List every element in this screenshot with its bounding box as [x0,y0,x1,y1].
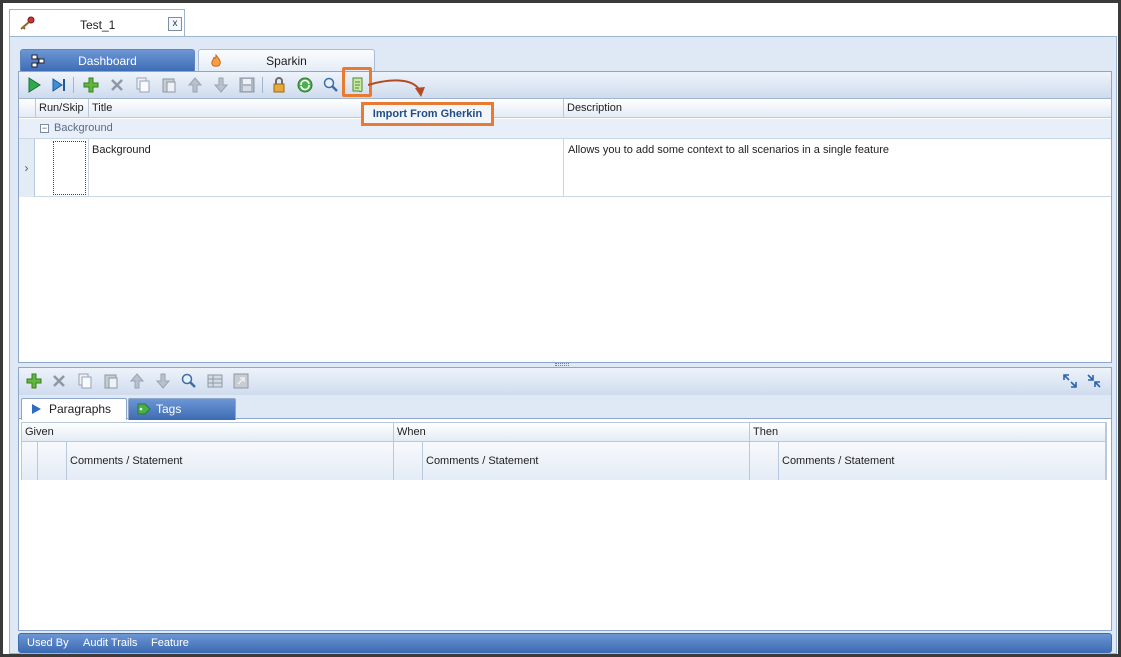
tab-tags[interactable]: Tags [128,398,236,420]
status-bar: Used By Audit Trails Feature [18,633,1112,653]
tab-paragraphs[interactable]: Paragraphs [21,398,127,420]
given-checkbox-cell[interactable] [38,442,67,480]
close-tab-button[interactable]: x [168,17,182,31]
status-audit-trails[interactable]: Audit Trails [83,634,137,652]
toolbar-separator [262,77,263,93]
tab-sparkin-label: Sparkin [266,54,307,68]
callout-arrow-icon [368,75,428,105]
given-comments-statement[interactable]: Comments / Statement [67,442,394,480]
row-description: Allows you to add some context to all sc… [568,144,890,156]
workspace: Dashboard Sparkin Run/Skip Title Descrip… [9,36,1117,654]
column-when[interactable]: When [394,423,750,442]
tag-icon [137,403,151,415]
document-tab-title: Test_1 [80,18,116,32]
run-icon[interactable] [25,76,43,94]
move-up-icon[interactable] [186,76,204,94]
tab-dashboard[interactable]: Dashboard [20,49,195,72]
column-given[interactable]: Given [22,423,394,442]
scenario-toolbar [19,72,1111,99]
collapse-icon[interactable]: − [40,124,49,133]
column-then[interactable]: Then [750,423,1106,442]
status-used-by[interactable]: Used By [27,634,69,652]
import-from-gherkin-tooltip: Import From Gherkin [361,102,494,126]
key-icon [18,16,36,32]
status-feature[interactable]: Feature [151,634,189,652]
column-divider [88,139,89,197]
group-row[interactable]: − Background [19,119,1111,139]
document-tab[interactable]: Test_1 x [9,9,185,37]
column-divider [563,139,564,197]
expand-icon[interactable] [1061,372,1079,390]
save-icon[interactable] [238,76,256,94]
paste-icon[interactable] [160,76,178,94]
copy-icon[interactable] [76,372,94,390]
when-checkbox-cell[interactable] [394,442,423,480]
collapse-panel-icon[interactable] [1085,372,1103,390]
row-indicator-chevron-icon: › [19,139,35,197]
copy-icon[interactable] [134,76,152,94]
tab-dashboard-label: Dashboard [78,54,137,68]
paste-icon[interactable] [102,372,120,390]
delete-icon[interactable] [50,372,68,390]
refresh-icon[interactable] [296,76,314,94]
when-comments-statement[interactable]: Comments / Statement [423,442,750,480]
search-icon[interactable] [322,76,340,94]
export-icon[interactable] [232,372,250,390]
column-run-skip[interactable]: Run/Skip [35,99,88,118]
search-icon[interactable] [180,372,198,390]
toolbar-separator [73,77,74,93]
add-icon[interactable] [82,76,100,94]
table-row[interactable]: › Background Allows you to add some cont… [19,139,1111,197]
steps-toolbar [19,368,1111,395]
flame-icon [209,54,223,68]
given-when-then-grid: Given When Then Comments / Statement Com… [21,422,1107,480]
add-icon[interactable] [25,372,43,390]
move-down-icon[interactable] [154,372,172,390]
lock-icon[interactable] [270,76,288,94]
step-icon[interactable] [50,76,68,94]
delete-icon[interactable] [108,76,126,94]
scenario-panel: Run/Skip Title Description − Background … [18,71,1112,363]
row-selector-cell[interactable] [22,442,38,480]
column-description[interactable]: Description [563,99,1111,118]
panel-splitter[interactable] [555,363,569,366]
group-label: Background [54,122,113,134]
then-checkbox-cell[interactable] [750,442,779,480]
tab-paragraphs-label: Paragraphs [49,402,112,416]
tab-tags-label: Tags [156,402,182,416]
move-up-icon[interactable] [128,372,146,390]
run-skip-cell[interactable] [53,141,86,195]
scenario-grid-header: Run/Skip Title Description [19,99,1111,118]
play-icon [30,403,42,415]
detail-tabs: Paragraphs Tags [19,395,1111,420]
row-title: Background [92,144,151,156]
steps-panel: Paragraphs Tags Given When Then Comments… [18,367,1112,631]
then-comments-statement[interactable]: Comments / Statement [779,442,1106,480]
dashboard-icon [31,54,45,68]
table-icon[interactable] [206,372,224,390]
application-frame: Test_1 x Dashboard Sparkin Run/Skip Titl… [0,0,1121,657]
move-down-icon[interactable] [212,76,230,94]
